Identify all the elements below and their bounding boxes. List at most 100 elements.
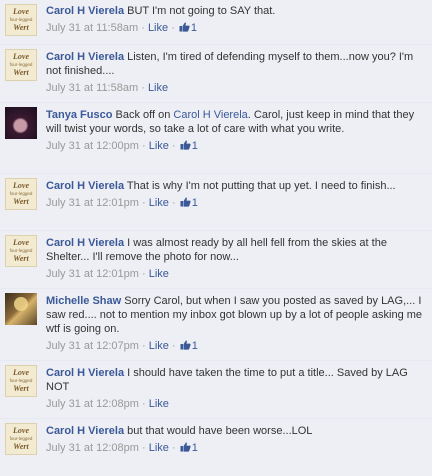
svg-text:Love: Love	[12, 181, 29, 190]
svg-text:four-legged: four-legged	[10, 62, 33, 67]
like-count[interactable]: 1	[179, 140, 198, 152]
comment-author[interactable]: Carol H Vierela	[46, 51, 124, 63]
comment-item: Love four-legged Wert Carol H Vierela I …	[0, 231, 432, 289]
svg-text:Wert: Wert	[13, 384, 29, 393]
svg-text:Love: Love	[12, 368, 29, 377]
comment-meta: July 31 at 12:07pm · Like · 1	[46, 339, 426, 353]
separator: ·	[172, 140, 176, 152]
comment-text-block: Carol H Vierela but that would have been…	[46, 424, 426, 438]
comment-meta: July 31 at 12:08pm · Like	[46, 397, 426, 411]
comment-meta: July 31 at 12:01pm · Like	[46, 267, 426, 281]
comment-timestamp[interactable]: July 31 at 11:58am	[46, 82, 138, 94]
comment-body-start: Back off on	[115, 109, 174, 121]
comment-timestamp[interactable]: July 31 at 12:08pm	[46, 398, 139, 410]
avatar[interactable]	[5, 107, 37, 139]
separator: ·	[142, 398, 146, 410]
thumbs-up-icon	[180, 197, 191, 207]
comment-author[interactable]: Michelle Shaw	[46, 295, 121, 307]
logo-icon: Love four-legged Wert	[10, 52, 33, 77]
avatar[interactable]: Love four-legged Wert	[5, 235, 37, 267]
comment-timestamp[interactable]: July 31 at 12:00pm	[46, 140, 139, 152]
svg-text:four-legged: four-legged	[10, 436, 33, 441]
comment-item: Michelle Shaw Sorry Carol, but when I sa…	[0, 289, 432, 361]
comment-thread: Love four-legged Wert Carol H Vierela BU…	[0, 0, 432, 476]
comment-item: Love four-legged Wert Carol H Vierela BU…	[0, 0, 432, 45]
comment-timestamp[interactable]: July 31 at 11:58am	[46, 22, 138, 34]
like-count-value: 1	[191, 140, 198, 152]
separator: ·	[172, 340, 176, 352]
profile-photo	[14, 297, 28, 311]
like-count[interactable]: 1	[179, 442, 198, 454]
like-count-value: 1	[191, 442, 198, 454]
separator: ·	[172, 442, 176, 454]
thumbs-up-icon	[180, 140, 191, 150]
like-button[interactable]: Like	[149, 398, 169, 410]
comment-author[interactable]: Carol H Vierela	[46, 180, 124, 192]
avatar[interactable]: Love four-legged Wert	[5, 365, 37, 397]
thumbs-up-icon	[180, 340, 191, 350]
like-count-value: 1	[191, 340, 198, 352]
like-button[interactable]: Like	[148, 22, 168, 34]
comment-timestamp[interactable]: July 31 at 12:01pm	[46, 197, 139, 209]
svg-text:four-legged: four-legged	[10, 248, 33, 253]
comment-meta: July 31 at 11:58am · Like	[46, 81, 426, 95]
separator: ·	[142, 442, 146, 454]
svg-text:Love: Love	[12, 7, 29, 16]
comment-body: That is why I'm not putting that up yet.…	[126, 180, 396, 192]
separator: ·	[172, 197, 176, 209]
comment-meta: July 31 at 12:01pm · Like · 1	[46, 196, 426, 210]
like-count[interactable]: 1	[179, 340, 198, 352]
mention-link[interactable]: Carol H Vierela	[173, 109, 247, 121]
avatar[interactable]: Love four-legged Wert	[5, 178, 37, 210]
comment-body: but that would have been worse...LOL	[127, 425, 313, 437]
logo-icon: Love four-legged Wert	[10, 368, 33, 393]
comment-author[interactable]: Carol H Vierela	[46, 237, 124, 249]
like-button[interactable]: Like	[149, 442, 169, 454]
logo-icon: Love four-legged Wert	[10, 426, 33, 451]
avatar[interactable]	[5, 293, 37, 325]
avatar[interactable]: Love four-legged Wert	[5, 4, 37, 36]
comment-author[interactable]: Carol H Vierela	[46, 367, 124, 379]
like-count[interactable]: 1	[179, 197, 198, 209]
comment-author[interactable]: Carol H Vierela	[46, 425, 124, 437]
logo-icon: Love four-legged Wert	[10, 238, 33, 263]
comment-text-block: Carol H Vierela Listen, I'm tired of def…	[46, 50, 426, 78]
like-button[interactable]: Like	[148, 82, 168, 94]
like-count[interactable]: 1	[178, 22, 197, 34]
comment-text-block: Tanya Fusco Back off on Carol H Vierela.…	[46, 108, 426, 136]
like-count-value: 1	[191, 197, 198, 209]
comment-text-block: Carol H Vierela I was almost ready by al…	[46, 236, 426, 264]
like-button[interactable]: Like	[149, 268, 169, 280]
comment-author[interactable]: Tanya Fusco	[46, 109, 112, 121]
comment-text-block: Carol H Vierela That is why I'm not putt…	[46, 179, 426, 193]
separator: ·	[142, 197, 146, 209]
comment-meta: July 31 at 12:00pm · Like · 1	[46, 139, 426, 153]
comment-item: Love four-legged Wert Carol H Vierela I …	[0, 361, 432, 419]
avatar[interactable]: Love four-legged Wert	[5, 423, 37, 455]
separator: ·	[171, 22, 175, 34]
svg-text:Love: Love	[12, 426, 29, 435]
comment-item: Love four-legged Wert Carol H Vierela bu…	[0, 419, 432, 476]
thumbs-up-icon	[179, 22, 190, 32]
comment-body: BUT I'm not going to SAY that.	[127, 5, 276, 17]
separator: ·	[142, 268, 146, 280]
svg-text:four-legged: four-legged	[10, 17, 33, 22]
like-count-value: 1	[190, 22, 198, 34]
svg-text:Wert: Wert	[13, 23, 29, 32]
like-button[interactable]: Like	[149, 197, 169, 209]
comment-author[interactable]: Carol H Vierela	[46, 5, 124, 17]
comment-meta: July 31 at 12:08pm · Like · 1	[46, 441, 426, 455]
svg-text:Love: Love	[12, 238, 29, 247]
comment-timestamp[interactable]: July 31 at 12:01pm	[46, 268, 139, 280]
avatar[interactable]: Love four-legged Wert	[5, 49, 37, 81]
svg-text:Wert: Wert	[13, 68, 29, 77]
comment-timestamp[interactable]: July 31 at 12:07pm	[46, 340, 139, 352]
like-button[interactable]: Like	[149, 140, 169, 152]
comment-timestamp[interactable]: July 31 at 12:08pm	[46, 442, 139, 454]
svg-text:Wert: Wert	[13, 197, 29, 206]
comment-item: Love four-legged Wert Carol H Vierela Th…	[0, 174, 432, 231]
comment-text-block: Carol H Vierela BUT I'm not going to SAY…	[46, 4, 426, 18]
svg-text:four-legged: four-legged	[10, 191, 33, 196]
comment-item: Love four-legged Wert Carol H Vierela Li…	[0, 45, 432, 103]
like-button[interactable]: Like	[149, 340, 169, 352]
